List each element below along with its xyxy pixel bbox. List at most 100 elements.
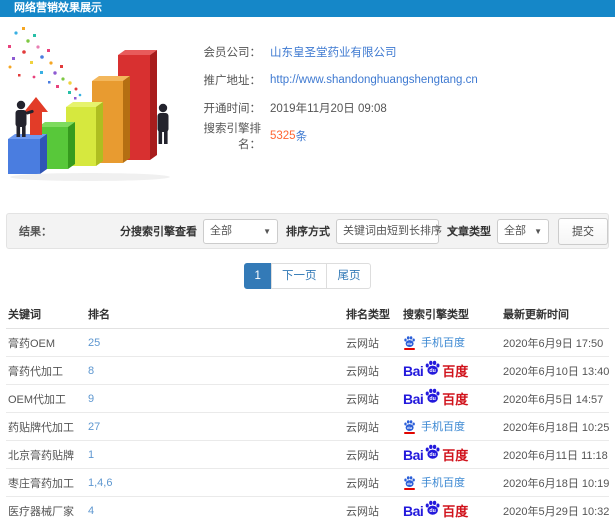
baidu-logo-bai: Bai xyxy=(403,362,424,379)
svg-text:du: du xyxy=(430,452,436,458)
mobile-baidu-icon: du xyxy=(403,419,416,434)
mobile-baidu-logo: du 手机百度 xyxy=(403,474,465,490)
pagination: 1 下一页 尾页 xyxy=(0,263,615,289)
rank-cell[interactable]: 25 xyxy=(86,328,344,357)
open-time-value: 2019年11月20日 09:08 xyxy=(270,103,387,115)
updated-cell: 2020年6月5日 14:57 xyxy=(501,384,609,413)
rank-count-suffix: 条 xyxy=(295,131,308,143)
baidu-paw-icon: du xyxy=(425,500,440,515)
mobile-baidu-logo: du 手机百度 xyxy=(403,418,465,434)
filter-bar: 结果： 分搜索引擎查看 全部 ▼ 排序方式 关键词由短到长排序 ▼ 文章类型 全… xyxy=(6,213,609,249)
svg-text:du: du xyxy=(430,508,436,514)
baidu-logo-bai: Bai xyxy=(403,446,424,463)
rank-count-value: 5325 xyxy=(270,130,296,142)
rank-cell[interactable]: 27 xyxy=(86,412,344,441)
baidu-logo: Bai du 百度 xyxy=(403,443,469,465)
rank-type-cell: 云网站 xyxy=(344,328,401,357)
baidu-logo: Bai du 百度 xyxy=(403,499,469,520)
open-time-label: 开通时间： xyxy=(203,103,262,115)
updated-cell: 2020年6月11日 11:18 xyxy=(501,440,609,469)
baidu-logo-cn: 百度 xyxy=(442,504,469,519)
updated-cell: 2020年6月18日 10:25 xyxy=(501,412,609,441)
engine-label: 手机百度 xyxy=(421,421,465,434)
engine-filter-label: 分搜索引擎查看 xyxy=(120,226,197,238)
header-updated: 最新更新时间 xyxy=(501,300,609,329)
rank-count-label: 搜索引擎排名： xyxy=(203,123,262,151)
chevron-down-icon: ▼ xyxy=(534,226,542,236)
table-row: 膏药OEM 25 云网站 du 手机百度 2020年6月9日 17:50 xyxy=(6,328,609,357)
engine-type-cell: Bai du 百度 xyxy=(401,440,501,469)
baidu-logo: Bai du 百度 xyxy=(403,387,469,409)
next-page-button[interactable]: 下一页 xyxy=(270,263,328,289)
submit-button[interactable]: 提交 xyxy=(558,217,608,245)
results-table: 关键词 排名 排名类型 搜索引擎类型 最新更新时间 膏药OEM 25 云网站 du … xyxy=(6,300,609,520)
info-row-rank-count: 搜索引擎排名： 5325 条 xyxy=(185,122,615,151)
rank-cell[interactable]: 8 xyxy=(86,356,344,385)
engine-type-cell: du 手机百度 xyxy=(401,328,501,357)
keyword-cell: 枣庄膏药加工 xyxy=(6,468,86,497)
rank-cell[interactable]: 9 xyxy=(86,384,344,413)
keyword-cell: 医疗器械厂家 xyxy=(6,496,86,520)
article-type-filter-label: 文章类型 xyxy=(447,226,491,238)
keyword-cell: 药贴牌代加工 xyxy=(6,412,86,441)
engine-type-cell: du 手机百度 xyxy=(401,412,501,441)
baidu-logo-icon: du xyxy=(424,359,441,379)
baidu-logo-cn: 百度 xyxy=(442,448,469,463)
article-type-filter-select[interactable]: 全部 ▼ xyxy=(497,218,549,244)
article-type-filter-value: 全部 xyxy=(504,224,526,237)
baidu-paw-icon: du xyxy=(404,336,415,347)
rank-type-cell: 云网站 xyxy=(344,496,401,520)
company-link[interactable]: 山东皇圣堂药业有限公司 xyxy=(270,44,397,60)
keyword-cell: 北京膏药贴牌 xyxy=(6,440,86,469)
rank-cell[interactable]: 1 xyxy=(86,440,344,469)
svg-text:du: du xyxy=(407,481,412,486)
engine-filter-select[interactable]: 全部 ▼ xyxy=(203,218,278,244)
updated-cell: 2020年6月9日 17:50 xyxy=(501,328,609,357)
engine-type-cell: Bai du 百度 xyxy=(401,356,501,385)
info-row-open-time: 开通时间： 2019年11月20日 09:08 xyxy=(185,94,615,122)
confetti-decoration xyxy=(8,27,82,100)
engine-type-cell: du 手机百度 xyxy=(401,468,501,497)
chevron-down-icon: ▼ xyxy=(263,226,271,236)
baidu-logo-bai: Bai xyxy=(403,390,424,407)
svg-text:du: du xyxy=(430,396,436,402)
rank-type-cell: 云网站 xyxy=(344,412,401,441)
baidu-paw-icon: du xyxy=(425,360,440,375)
baidu-paw-icon: du xyxy=(425,444,440,459)
rank-type-cell: 云网站 xyxy=(344,468,401,497)
growth-chart-illustration xyxy=(8,27,170,181)
svg-text:du: du xyxy=(407,425,412,430)
baidu-paw-icon: du xyxy=(425,388,440,403)
table-row: 北京膏药贴牌 1 云网站 Bai du 百度 2020年6月11日 11:18 xyxy=(6,440,609,469)
updated-cell: 2020年6月18日 10:19 xyxy=(501,468,609,497)
table-row: OEM代加工 9 云网站 Bai du 百度 2020年6月5日 14:57 xyxy=(6,384,609,413)
last-page-button[interactable]: 尾页 xyxy=(326,263,372,289)
rank-type-cell: 云网站 xyxy=(344,384,401,413)
baidu-paw-icon: du xyxy=(404,476,415,487)
header-engine-type: 搜索引擎类型 xyxy=(401,300,501,329)
bar-blue xyxy=(8,134,47,174)
baidu-logo-cn: 百度 xyxy=(442,392,469,407)
sort-filter-select[interactable]: 关键词由短到长排序 ▼ xyxy=(336,218,456,244)
engine-filter-value: 全部 xyxy=(210,224,232,237)
keyword-cell: 膏药代加工 xyxy=(6,356,86,385)
svg-text:du: du xyxy=(430,368,436,374)
promo-url-label: 推广地址： xyxy=(203,75,262,87)
info-row-url: 推广地址： http://www.shandonghuangshengtang.… xyxy=(185,66,615,94)
header-rank: 排名 xyxy=(86,300,344,329)
baidu-logo-icon: du xyxy=(424,387,441,407)
engine-label: 手机百度 xyxy=(421,337,465,350)
rank-cell[interactable]: 4 xyxy=(86,496,344,520)
header-rank-type: 排名类型 xyxy=(344,300,401,329)
mobile-baidu-icon: du xyxy=(403,335,416,350)
rank-type-cell: 云网站 xyxy=(344,440,401,469)
baidu-logo: Bai du 百度 xyxy=(403,359,468,381)
svg-text:du: du xyxy=(407,341,412,346)
result-label: 结果： xyxy=(19,226,52,238)
header-keyword: 关键词 xyxy=(6,300,86,329)
rank-cell[interactable]: 1,4,6 xyxy=(86,468,344,497)
page-button-current[interactable]: 1 xyxy=(243,263,272,289)
promo-url-link[interactable]: http://www.shandonghuangshengtang.cn xyxy=(270,74,478,86)
baidu-logo-icon: du xyxy=(424,443,441,463)
baidu-logo-icon: du xyxy=(424,499,441,519)
